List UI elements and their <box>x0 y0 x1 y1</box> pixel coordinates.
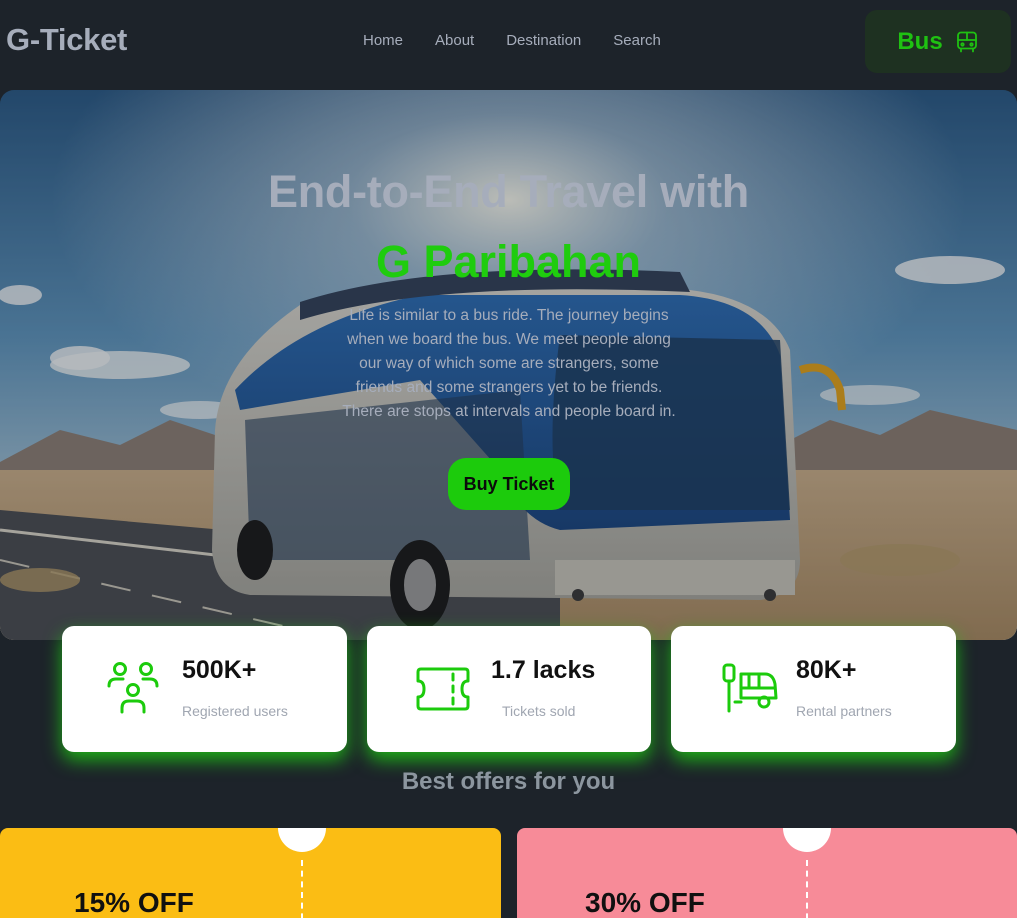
stat-value: 1.7 lacks <box>491 656 596 684</box>
ticket-icon <box>415 666 471 717</box>
nav-link-search[interactable]: Search <box>597 32 677 49</box>
nav-link-home[interactable]: Home <box>347 32 419 49</box>
stat-card-partners: 80K+ Rental partners <box>671 626 956 752</box>
stat-card-users: 500K+ Registered users <box>62 626 347 752</box>
ticket-notch <box>783 828 831 852</box>
stat-card-tickets: 1.7 lacks Tickets sold <box>367 626 651 752</box>
offers-heading: Best offers for you <box>401 768 616 795</box>
offer-title: 30% OFF <box>585 887 705 918</box>
stat-label: Rental partners <box>796 703 892 719</box>
users-icon <box>106 660 160 719</box>
ticket-divider <box>806 860 808 918</box>
hero-section: End-to-End Travel with G Paribahan Life … <box>0 90 1017 640</box>
nav-link-destination[interactable]: Destination <box>490 32 597 49</box>
ticket-notch <box>278 828 326 852</box>
bus-icon <box>955 30 979 54</box>
hero-title: End-to-End Travel with <box>268 166 749 217</box>
offer-card[interactable]: 30% OFF <box>517 828 1017 918</box>
offer-card[interactable]: 15% OFF <box>0 828 501 918</box>
navbar: G-Ticket Home About Destination Search B… <box>0 0 1017 84</box>
nav-link-about[interactable]: About <box>419 32 490 49</box>
brand-logo[interactable]: G-Ticket <box>6 22 127 58</box>
buy-ticket-button[interactable]: Buy Ticket <box>448 458 570 510</box>
bus-button-label: Bus <box>897 27 943 55</box>
hero-description: Life is similar to a bus ride. The journ… <box>342 307 676 420</box>
stat-value: 80K+ <box>796 656 857 684</box>
hero-brand-name: G Paribahan <box>375 236 642 287</box>
stat-label: Registered users <box>182 703 288 719</box>
offer-title: 15% OFF <box>74 887 194 918</box>
bus-button[interactable]: Bus <box>865 10 1011 73</box>
ticket-divider <box>301 860 303 918</box>
stat-value: 500K+ <box>182 656 257 684</box>
bus-stop-icon <box>721 662 779 719</box>
stat-label: Tickets sold <box>502 703 576 719</box>
nav-links: Home About Destination Search <box>347 32 677 49</box>
